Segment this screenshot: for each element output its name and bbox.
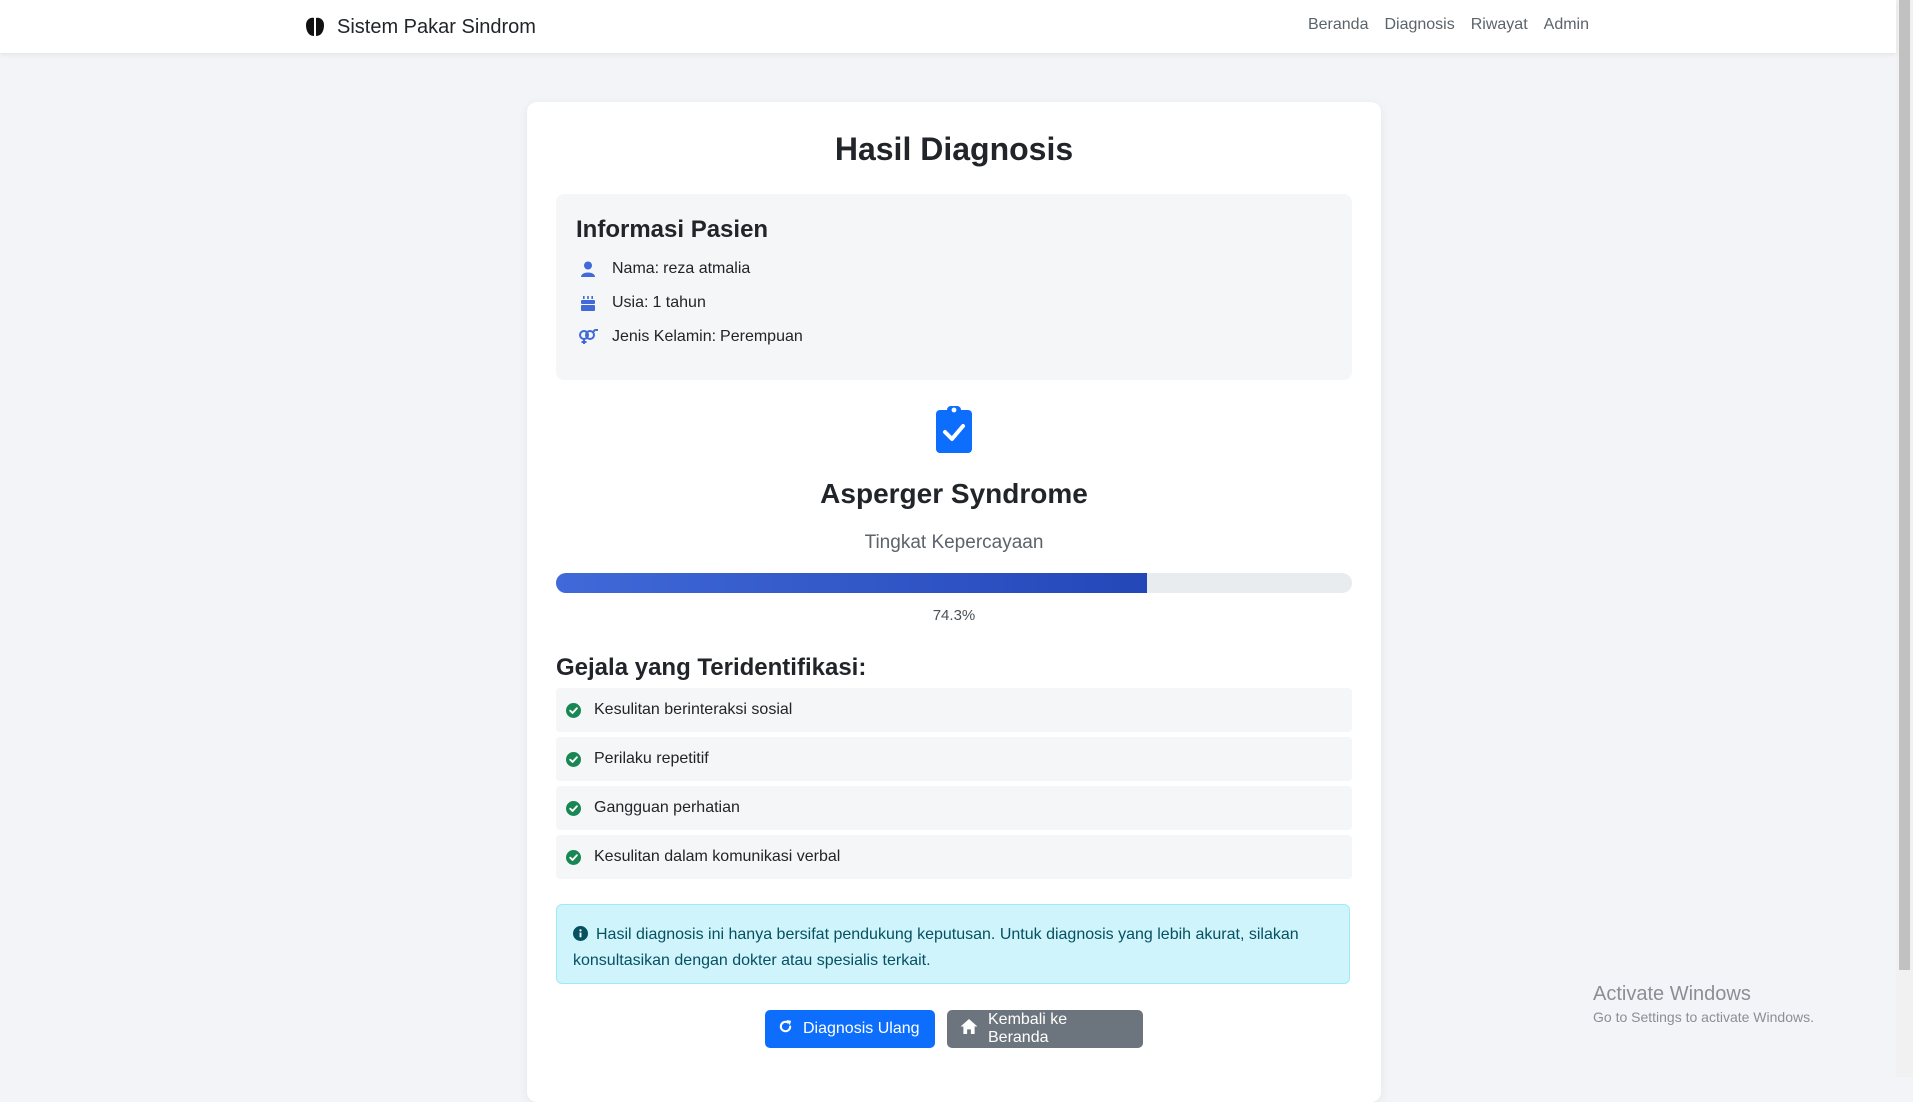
birthday-cake-icon [576, 295, 600, 311]
gender-value: Perempuan [720, 328, 803, 345]
diagnosis-name: Asperger Syndrome [820, 478, 1088, 509]
venus-mars-icon [576, 329, 600, 345]
check-circle-icon [566, 849, 581, 865]
kembali-ke-beranda-button[interactable]: Kembali ke Beranda [947, 1010, 1143, 1048]
watermark-subtitle: Go to Settings to activate Windows. [1593, 1009, 1814, 1025]
scrollbar-thumb[interactable] [1899, 0, 1910, 970]
name-value: reza atmalia [663, 260, 751, 277]
patient-gender-row: Jenis Kelamin: Perempuan [576, 328, 803, 346]
page-title: Hasil Diagnosis [834, 131, 1074, 167]
watermark-title: Activate Windows [1593, 983, 1751, 1005]
redo-icon [778, 1019, 793, 1039]
symptom-item: Kesulitan berinteraksi sosial [556, 688, 1352, 732]
symptom-label: Gangguan perhatian [594, 799, 740, 816]
confidence-progress-bar [556, 573, 1352, 593]
symptom-item: Perilaku repetitif [556, 737, 1352, 781]
gender-label: Jenis Kelamin: [612, 328, 717, 345]
age-label: Usia: [612, 294, 649, 311]
clipboard-check-icon [935, 404, 973, 459]
info-alert: Hasil diagnosis ini hanya bersifat pendu… [556, 904, 1350, 984]
check-circle-icon [566, 751, 581, 767]
age-value: 1 tahun [652, 294, 706, 311]
navbar: Sistem Pakar Sindrom Beranda Diagnosis R… [0, 0, 1896, 53]
symptom-label: Kesulitan berinteraksi sosial [594, 701, 793, 718]
user-icon [576, 261, 600, 277]
confidence-value: 74.3% [932, 607, 976, 624]
brand-name: Sistem Pakar Sindrom [337, 15, 536, 38]
kembali-ke-beranda-label: Kembali ke Beranda [988, 1011, 1068, 1046]
page-scrollbar[interactable] [1896, 0, 1913, 1077]
symptoms-title: Gejala yang Teridentifikasi: [556, 654, 867, 681]
home-icon [960, 1019, 978, 1039]
nav-beranda[interactable]: Beranda [1308, 16, 1369, 34]
patient-info-box: Informasi Pasien Nama: reza atmalia Usia… [556, 194, 1352, 380]
info-circle-icon [573, 925, 588, 949]
check-circle-icon [566, 702, 581, 718]
check-circle-icon [566, 800, 581, 816]
activate-windows-watermark: Activate Windows Go to Settings to activ… [1593, 983, 1814, 1025]
nav-admin[interactable]: Admin [1544, 16, 1589, 34]
brain-icon [305, 16, 325, 38]
nav-diagnosis[interactable]: Diagnosis [1384, 16, 1454, 34]
name-label: Nama: [612, 260, 660, 277]
nav-links: Beranda Diagnosis Riwayat Admin [1308, 16, 1589, 34]
symptom-label: Perilaku repetitif [594, 750, 709, 767]
alert-text: Hasil diagnosis ini hanya bersifat pendu… [573, 926, 1299, 969]
symptom-item: Gangguan perhatian [556, 786, 1352, 830]
diagnosis-ulang-label: Diagnosis Ulang [803, 1020, 920, 1037]
diagnosis-ulang-button[interactable]: Diagnosis Ulang [765, 1010, 935, 1048]
patient-info-title: Informasi Pasien [576, 216, 769, 243]
symptom-label: Kesulitan dalam komunikasi verbal [594, 848, 841, 865]
confidence-label: Tingkat Kepercayaan [864, 532, 1044, 553]
confidence-progress-fill [556, 573, 1148, 593]
patient-age-row: Usia: 1 tahun [576, 294, 706, 312]
brand-link[interactable]: Sistem Pakar Sindrom [305, 14, 536, 40]
patient-name-row: Nama: reza atmalia [576, 260, 750, 278]
nav-riwayat[interactable]: Riwayat [1471, 16, 1528, 34]
symptom-item: Kesulitan dalam komunikasi verbal [556, 835, 1352, 879]
